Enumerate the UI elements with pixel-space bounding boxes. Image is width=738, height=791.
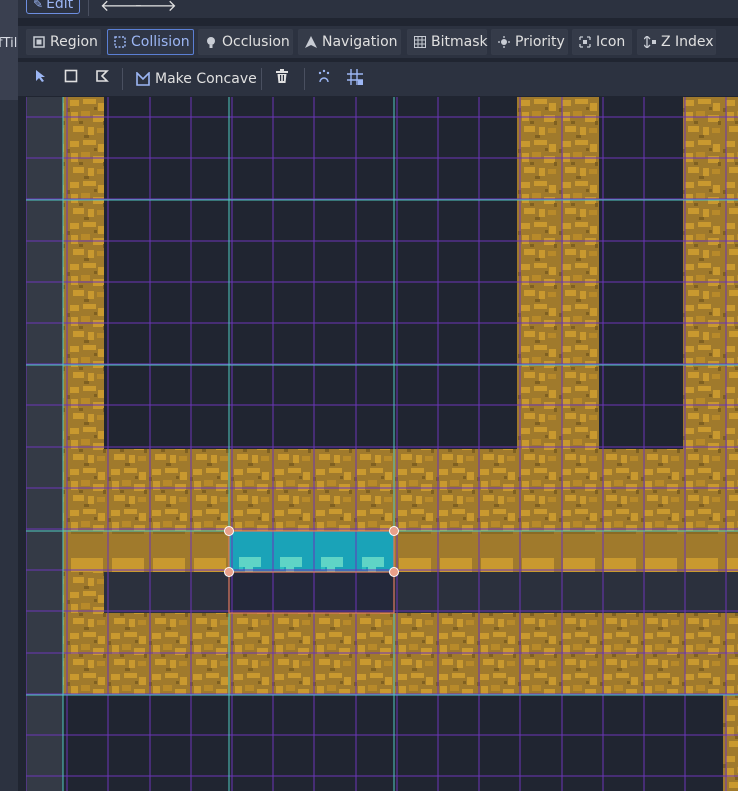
icon-mode-icon: [579, 36, 591, 48]
region-icon: [33, 36, 45, 48]
toolbar-separator: [88, 0, 89, 16]
mode-navigation-button[interactable]: Navigation: [298, 29, 401, 55]
selected-tile-highlight[interactable]: [229, 531, 394, 572]
top-toolbar: ✎ Edit 🡐 🡒: [18, 0, 738, 18]
make-concave-button[interactable]: Make Concave: [136, 71, 257, 87]
collision-vertex-handle[interactable]: [389, 567, 399, 577]
brick-tile-row: [63, 531, 738, 572]
grid-snap-icon[interactable]: [347, 69, 363, 85]
shape-toolbar: Make Concave: [18, 62, 738, 96]
make-concave-icon: [136, 72, 150, 86]
mode-priority-label: Priority: [515, 34, 565, 50]
dirt-tile-column: [63, 97, 104, 695]
mode-z-index-button[interactable]: Z Index: [637, 29, 716, 55]
arrow-right-icon[interactable]: 🡒: [134, 0, 177, 15]
toolbar-separator: [304, 68, 305, 90]
keep-inside-tile-icon[interactable]: [317, 69, 331, 83]
collision-icon: [114, 36, 126, 48]
dirt-tile-column: [683, 97, 738, 449]
trash-icon[interactable]: [275, 69, 289, 83]
priority-icon: [498, 36, 510, 48]
dirt-tile-column: [723, 695, 738, 791]
mode-region-label: Region: [50, 34, 98, 50]
edit-button[interactable]: ✎ Edit: [26, 0, 80, 14]
left-dock-tab-label: fTil: [0, 36, 18, 51]
collision-vertex-handle[interactable]: [224, 526, 234, 536]
mode-region-button[interactable]: Region: [26, 29, 101, 55]
tile-column-empty: [26, 97, 63, 791]
mode-bitmask-button[interactable]: Bitmask: [407, 29, 488, 55]
mode-priority-button[interactable]: Priority: [491, 29, 568, 55]
occlusion-icon: [205, 36, 217, 48]
mode-icon-button[interactable]: Icon: [572, 29, 632, 55]
empty-tile-row: [104, 572, 738, 613]
left-dock-strip: fTil: [0, 0, 18, 791]
edit-label: Edit: [46, 0, 74, 12]
dirt-tile-column: [517, 97, 599, 449]
rectangle-shape-icon[interactable]: [64, 69, 78, 83]
tile-mode-bar: Region Collision Occlusion Navigation Bi…: [18, 26, 738, 58]
selected-tile-lower: [229, 572, 394, 613]
collision-vertex-handle[interactable]: [389, 526, 399, 536]
z-index-icon: [644, 36, 656, 48]
toolbar-separator: [122, 68, 123, 90]
dirt-tile-band: [63, 613, 738, 695]
select-cursor-icon[interactable]: [34, 69, 48, 83]
bitmask-icon: [414, 36, 426, 48]
mode-navigation-label: Navigation: [322, 34, 398, 50]
navigation-icon: [305, 36, 317, 48]
mode-z-index-label: Z Index: [661, 34, 714, 50]
tileset-view[interactable]: [26, 97, 738, 791]
pencil-icon: ✎: [33, 0, 44, 11]
make-concave-label: Make Concave: [155, 71, 257, 87]
left-dock-tab[interactable]: fTil: [0, 0, 18, 100]
mode-collision-button[interactable]: Collision: [107, 29, 194, 55]
mode-icon-label: Icon: [596, 34, 626, 50]
mode-occlusion-label: Occlusion: [222, 34, 290, 50]
collision-vertex-handle[interactable]: [224, 567, 234, 577]
dirt-tile-band: [63, 449, 738, 531]
mode-occlusion-button[interactable]: Occlusion: [198, 29, 293, 55]
mode-collision-label: Collision: [131, 34, 190, 50]
toolbar-separator: [261, 68, 262, 90]
mode-bitmask-label: Bitmask: [431, 34, 488, 50]
tileset-canvas[interactable]: [26, 97, 738, 791]
polygon-shape-icon[interactable]: [95, 69, 109, 83]
